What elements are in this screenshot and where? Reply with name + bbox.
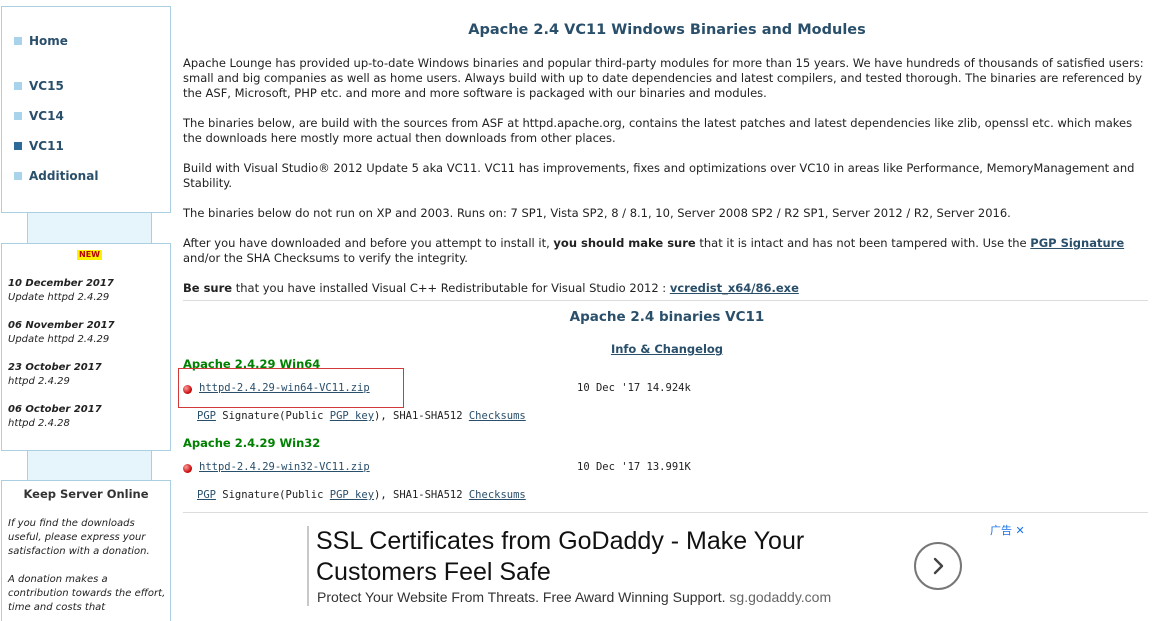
news-box: NEW 10 December 2017 Update httpd 2.4.29… [1,243,171,451]
sidebar-connector [27,449,152,481]
ad-banner[interactable]: SSL Certificates from GoDaddy - Make You… [307,518,1149,614]
news-item: 23 October 2017 httpd 2.4.29 [8,361,166,389]
news-text: httpd 2.4.29 [8,376,70,387]
nav-item-vc15[interactable]: VC15 [14,78,64,94]
nav-label: Additional [29,169,99,183]
signature-row: PGP Signature(Public PGP key), SHA1-SHA5… [197,410,526,422]
keep-online-box: Keep Server Online If you find the downl… [1,480,171,621]
divider [183,512,1148,513]
page-title: Apache 2.4 VC11 Windows Binaries and Mod… [468,22,866,38]
file-meta: 10 Dec '17 14.924k [577,382,691,394]
bullet-dot-icon [183,464,192,473]
ad-label: 广告 [990,524,1012,537]
verify-paragraph: After you have downloaded and before you… [183,236,1148,266]
bullet-icon [14,112,22,120]
verify-text: that it is intact and has not been tampe… [695,236,1031,250]
nav-label: VC14 [29,109,64,123]
verify-text: After you have downloaded and before you… [183,236,554,250]
nav-label: VC15 [29,79,64,93]
signature-row: PGP Signature(Public PGP key), SHA1-SHA5… [197,489,526,501]
news-item: 06 October 2017 httpd 2.4.28 [8,403,166,431]
ad-choices[interactable]: 广告 ✕ [990,522,1025,538]
bullet-icon [14,82,22,90]
redist-bold: Be sure [183,281,233,295]
sig-text: Signature(Public [215,489,330,501]
intro-paragraph: Apache Lounge has provided up-to-date Wi… [183,56,1144,100]
build-paragraph: Build with Visual Studio® 2012 Update 5 … [183,161,1135,190]
bullet-icon [14,142,22,150]
info-changelog-link[interactable]: Info & Changelog [611,342,723,356]
sig-text: Signature(Public [215,410,330,422]
ad-domain: sg.godaddy.com [729,589,832,605]
nav-item-vc14[interactable]: VC14 [14,108,64,124]
news-date: 06 November 2017 [8,320,115,331]
download-link-win32[interactable]: httpd-2.4.29-win32-VC11.zip [199,461,370,473]
checksums-link[interactable]: Checksums [469,489,526,501]
redist-paragraph: Be sure that you have installed Visual C… [183,281,1148,296]
keep-text: A donation makes a contribution towards … [8,574,166,613]
news-date: 23 October 2017 [8,362,102,373]
nav-label: Home [29,34,68,48]
verify-bold: you should make sure [553,236,696,250]
file-meta: 10 Dec '17 13.991K [577,461,691,473]
nav-item-additional[interactable]: Additional [14,168,98,184]
pgp-key-link[interactable]: PGP key [330,410,374,422]
new-badge: NEW [77,250,102,260]
section-title: Apache 2.4 binaries VC11 [569,309,765,325]
news-item: 06 November 2017 Update httpd 2.4.29 [8,319,166,347]
sha-text: ), SHA1-SHA512 [374,410,469,422]
divider [183,300,1148,301]
ad-accent-bar [307,526,309,606]
bullet-icon [14,172,22,180]
keep-title: Keep Server Online [23,487,149,501]
news-text: httpd 2.4.28 [8,418,70,429]
main-content: Apache 2.4 VC11 Windows Binaries and Mod… [183,0,1151,618]
news-date: 06 October 2017 [8,404,102,415]
bullet-icon [14,37,22,45]
highlight-frame [178,368,404,408]
news-item: 10 December 2017 Update httpd 2.4.29 [8,277,166,305]
sources-paragraph: The binaries below, are build with the s… [183,116,1133,145]
ad-headline[interactable]: SSL Certificates from GoDaddy - Make You… [316,526,876,588]
nav-label: VC11 [29,139,64,153]
checksums-link[interactable]: Checksums [469,410,526,422]
nav-item-vc11[interactable]: VC11 [14,138,64,154]
news-text: Update httpd 2.4.29 [8,292,110,303]
pgp-link[interactable]: PGP [197,410,216,422]
vcredist-link[interactable]: vcredist_x64/86.exe [670,281,799,295]
close-icon[interactable]: ✕ [1016,524,1025,537]
nav-box: Home VC15 VC14 VC11 Additional [1,6,171,213]
pgp-key-link[interactable]: PGP key [330,489,374,501]
pgp-signature-link[interactable]: PGP Signature [1030,236,1124,250]
chevron-right-icon[interactable] [914,542,962,590]
keep-text: If you find the downloads useful, please… [8,518,150,557]
pgp-link[interactable]: PGP [197,489,216,501]
verify-text: and/or the SHA Checksums to verify the i… [183,251,468,265]
sha-text: ), SHA1-SHA512 [374,489,469,501]
os-paragraph: The binaries below do not run on XP and … [183,206,1011,220]
win32-heading: Apache 2.4.29 Win32 [183,436,321,450]
ad-desc-text: Protect Your Website From Threats. Free … [317,589,726,605]
download-row: httpd-2.4.29-win32-VC11.zip 10 Dec '17 1… [183,461,883,477]
info-changelog: Info & Changelog [183,342,1151,356]
news-text: Update httpd 2.4.29 [8,334,110,345]
nav-item-home[interactable]: Home [14,33,68,49]
sidebar: Home VC15 VC14 VC11 Additional NEW 10 De… [0,0,172,621]
sidebar-connector [27,211,152,244]
ad-description: Protect Your Website From Threats. Free … [317,589,831,605]
redist-text: that you have installed Visual C++ Redis… [232,281,670,295]
news-date: 10 December 2017 [8,278,114,289]
